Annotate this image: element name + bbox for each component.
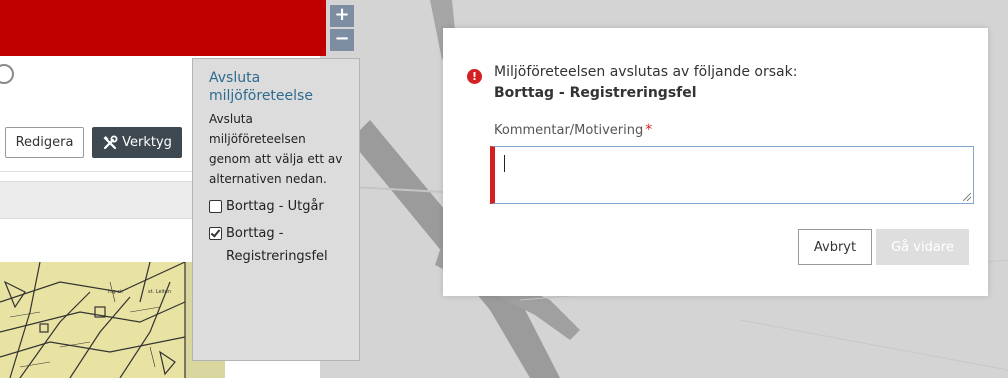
zoom-out-button[interactable]: − xyxy=(330,29,354,51)
edit-button-label: Redigera xyxy=(15,135,74,150)
warning-icon: ! xyxy=(467,69,482,84)
wrench-screwdriver-icon xyxy=(103,135,118,149)
option-label: Borttag - Utgår xyxy=(226,199,324,214)
map-label: ing sir xyxy=(108,289,124,295)
tools-button[interactable]: Verktyg xyxy=(92,127,182,158)
tools-button-label: Verktyg xyxy=(122,135,172,150)
popover-title: Avsluta miljöföreteelse xyxy=(209,70,313,104)
popover-description: Avsluta miljöföreteelsen genom att välja… xyxy=(209,112,343,186)
cancel-button[interactable]: Avbryt xyxy=(798,229,872,265)
confirm-dialog: ! Miljöföreteelsen avslutas av följande … xyxy=(443,28,988,296)
comment-label-text: Kommentar/Motivering xyxy=(494,123,644,138)
checkbox-icon[interactable] xyxy=(209,200,222,213)
edit-button[interactable]: Redigera xyxy=(5,127,84,158)
dialog-message: Miljöföreteelsen avslutas av följande or… xyxy=(494,64,798,80)
cancel-button-label: Avbryt xyxy=(813,239,857,255)
resize-handle-icon[interactable] xyxy=(963,193,971,201)
text-caret xyxy=(504,155,505,172)
map-label: st. Leiten xyxy=(148,289,171,295)
header-bar xyxy=(0,0,326,56)
checked-checkbox-icon[interactable] xyxy=(209,227,222,240)
dialog-reason: Borttag - Registreringsfel xyxy=(494,85,697,101)
comment-textarea[interactable] xyxy=(490,146,974,204)
continue-button[interactable]: Gå vidare xyxy=(876,229,969,265)
continue-button-label: Gå vidare xyxy=(891,239,954,255)
zoom-in-label: + xyxy=(334,4,350,25)
option-label: Borttag - Registreringsfel xyxy=(226,226,328,264)
option-borttag-registreringsfel[interactable]: Borttag - Registreringsfel xyxy=(209,222,345,268)
zoom-in-button[interactable]: + xyxy=(330,5,354,27)
comment-label: Kommentar/Motivering * xyxy=(494,122,652,138)
required-asterisk: * xyxy=(645,122,653,138)
end-feature-popover: Avsluta miljöföreteelse Avsluta miljöför… xyxy=(192,58,360,361)
option-borttag-utgar[interactable]: Borttag - Utgår xyxy=(209,195,345,218)
zoom-out-label: − xyxy=(334,28,350,49)
help-icon[interactable] xyxy=(0,64,14,84)
